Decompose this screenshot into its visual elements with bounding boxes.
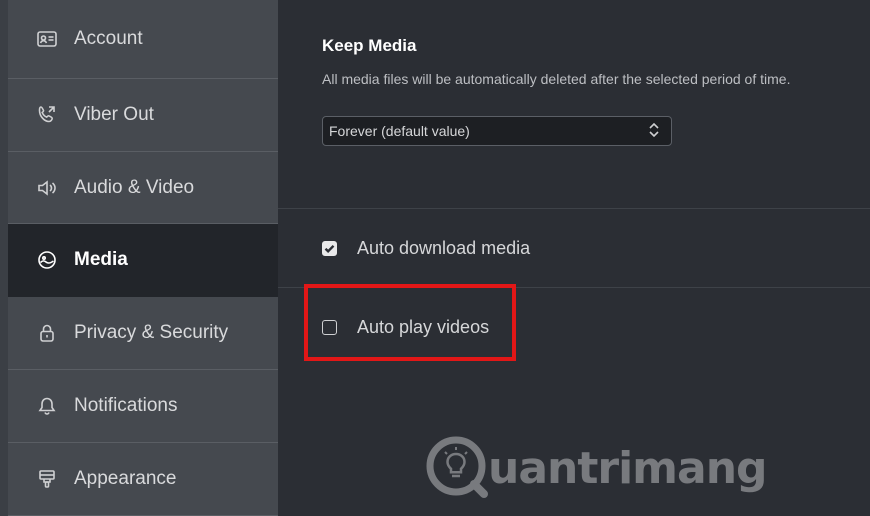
sidebar-item-account[interactable]: Account <box>8 0 278 79</box>
auto-download-media-option[interactable]: Auto download media <box>322 238 530 259</box>
auto-download-media-label: Auto download media <box>357 238 531 258</box>
section-divider <box>278 287 870 288</box>
watermark: uantrimang <box>424 434 768 502</box>
phone-out-icon <box>34 104 60 126</box>
auto-download-media-checkbox[interactable] <box>322 241 337 256</box>
bell-icon <box>34 395 60 417</box>
sidebar-item-label: Audio & Video <box>74 176 195 198</box>
keep-media-section: Keep Media All media files will be autom… <box>278 0 870 209</box>
speaker-icon <box>34 177 60 199</box>
sidebar-item-privacy-security[interactable]: Privacy & Security <box>8 297 278 371</box>
auto-play-videos-label: Auto play videos <box>357 317 490 337</box>
settings-window: Account Viber Out Audio & Video Media Pr… <box>0 0 870 516</box>
sidebar-item-label: Media <box>74 249 128 271</box>
sidebar-item-label: Privacy & Security <box>74 322 229 344</box>
sidebar-item-label: Notifications <box>74 395 178 417</box>
keep-media-select-value: Forever (default value) <box>329 123 470 139</box>
up-down-chevron-icon <box>647 121 661 142</box>
media-icon <box>34 249 60 271</box>
keep-media-description: All media files will be automatically de… <box>322 71 791 87</box>
settings-sidebar: Account Viber Out Audio & Video Media Pr… <box>0 0 278 516</box>
keep-media-select[interactable]: Forever (default value) <box>322 116 672 146</box>
appearance-icon <box>34 468 60 490</box>
sidebar-item-label: Account <box>74 27 143 49</box>
watermark-text: uantrimang <box>488 442 768 494</box>
sidebar-item-audio-video[interactable]: Audio & Video <box>8 152 278 225</box>
sidebar-item-appearance[interactable]: Appearance <box>8 443 278 516</box>
sidebar-item-notifications[interactable]: Notifications <box>8 370 278 444</box>
lock-icon <box>34 322 60 344</box>
sidebar-item-media[interactable]: Media <box>8 224 278 298</box>
keep-media-title: Keep Media <box>322 36 417 55</box>
auto-play-videos-option[interactable]: Auto play videos <box>322 317 489 338</box>
sidebar-item-label: Viber Out <box>74 103 154 125</box>
lightbulb-logo-icon <box>424 434 492 502</box>
auto-play-videos-checkbox[interactable] <box>322 320 337 335</box>
sidebar-item-viber-out[interactable]: Viber Out <box>8 79 278 152</box>
account-card-icon <box>34 28 60 50</box>
media-settings-panel: Keep Media All media files will be autom… <box>278 0 870 516</box>
sidebar-item-label: Appearance <box>74 468 177 490</box>
